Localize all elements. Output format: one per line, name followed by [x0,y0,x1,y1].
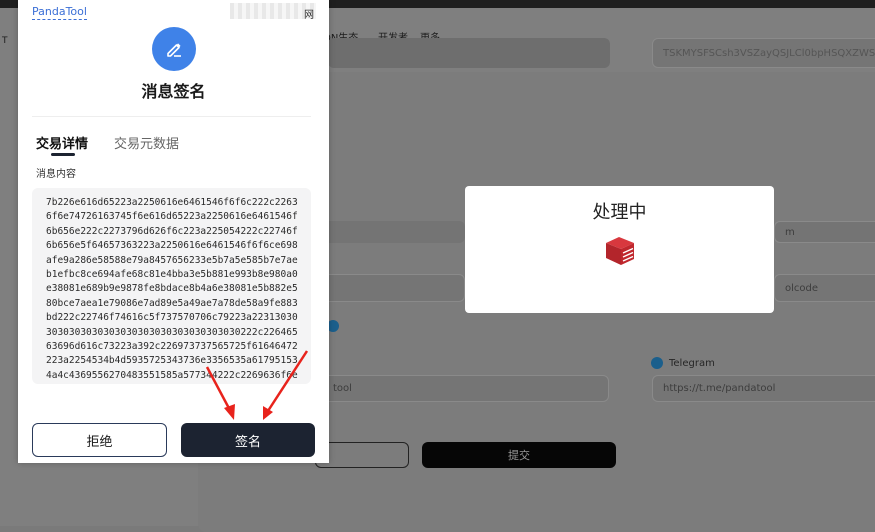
reset-button[interactable] [315,442,409,468]
title-divider [32,116,311,117]
submit-button[interactable]: 提交 [422,442,616,468]
top-input-left[interactable] [328,38,610,68]
wallet-popup: PandaTool 网 消息签名 交易详情 交易元数据 消息内容 7b226e6… [18,0,329,463]
message-hex: 7b226e616d65223a2250616e6461546f6f6c222c… [46,197,298,381]
message-content-box[interactable]: 7b226e616d65223a2250616e6461546f6f6c222c… [32,188,311,384]
cube-icon [606,237,634,265]
row1-field-left[interactable] [322,221,465,243]
row1-right-fragment: m [785,226,795,238]
row2-field-right[interactable]: olcode [774,274,875,302]
reject-button[interactable]: 拒绝 [32,423,167,457]
issuer-address-field[interactable]: TSKMYSFSCsh3VSZayQSJLCl0bpHSQXZWSD [652,38,875,68]
signature-icon [152,27,196,71]
telegram-label: Telegram [669,358,715,369]
brand-link[interactable]: PandaTool [32,5,87,20]
tab-transaction-details[interactable]: 交易详情 [36,133,88,152]
issuer-address-value: TSKMYSFSCsh3VSZayQSJLCl0bpHSQXZWSD [663,47,875,59]
left-link-value: tool [333,383,352,394]
network-suffix: 网 [304,10,314,21]
pen-icon [167,43,181,57]
row2-right-value: olcode [785,282,819,294]
left-link-field[interactable]: tool [322,375,609,402]
telegram-value: https://t.me/pandatool [663,383,776,394]
row1-field-right[interactable]: m [774,221,875,243]
active-tab-indicator [51,153,75,156]
dialog-title: 消息签名 [141,82,206,101]
processing-title: 处理中 [592,202,647,223]
telegram-icon [651,357,663,369]
submit-label: 提交 [508,449,530,462]
processing-dialog: 处理中 [465,186,774,313]
sign-label: 签名 [234,434,261,450]
reject-label: 拒绝 [86,434,113,450]
row2-field-left[interactable] [322,274,465,302]
tab-transaction-metadata[interactable]: 交易元数据 [114,133,179,152]
sign-button[interactable]: 签名 [181,423,315,457]
telegram-field[interactable]: https://t.me/pandatool [652,375,875,402]
nav-left-fragment: T [2,36,8,46]
message-content-label: 消息内容 [36,169,76,180]
